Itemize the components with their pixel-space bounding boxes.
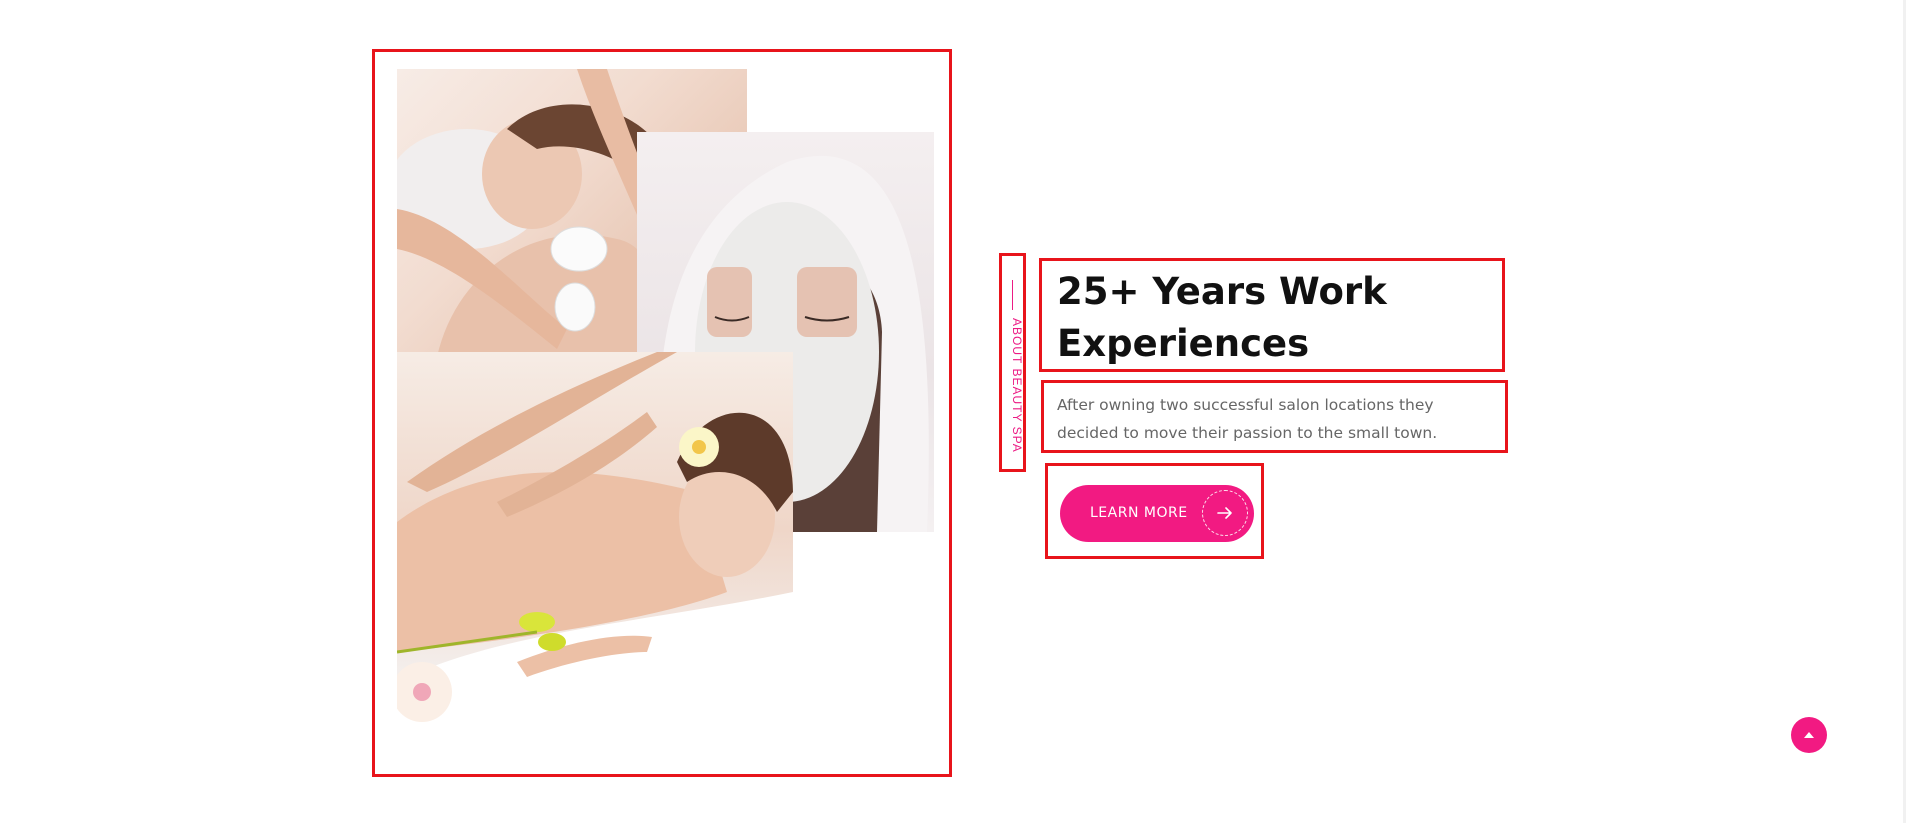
label-accent-line bbox=[1012, 280, 1013, 310]
section-heading-container: 25+ Years Work Experiences bbox=[1039, 258, 1505, 372]
cta-container: LEARN MORE bbox=[1045, 463, 1264, 559]
section-description-container: After owning two successful salon locati… bbox=[1041, 380, 1508, 453]
about-section-label: ABOUT BEAUTY SPA bbox=[999, 253, 1026, 472]
heading-line-2: Experiences bbox=[1057, 322, 1310, 365]
back-to-top-button[interactable] bbox=[1791, 717, 1827, 753]
learn-more-label: LEARN MORE bbox=[1090, 505, 1188, 521]
back-massage-photo bbox=[397, 352, 793, 747]
learn-more-button[interactable]: LEARN MORE bbox=[1060, 485, 1254, 542]
about-label-text: ABOUT BEAUTY SPA bbox=[1010, 318, 1024, 453]
heading-line-1: 25+ Years Work bbox=[1057, 270, 1387, 313]
section-heading: 25+ Years Work Experiences bbox=[1057, 266, 1487, 370]
section-description: After owning two successful salon locati… bbox=[1057, 396, 1438, 442]
spa-image-collage bbox=[372, 49, 952, 777]
arrow-right-icon bbox=[1202, 490, 1248, 536]
